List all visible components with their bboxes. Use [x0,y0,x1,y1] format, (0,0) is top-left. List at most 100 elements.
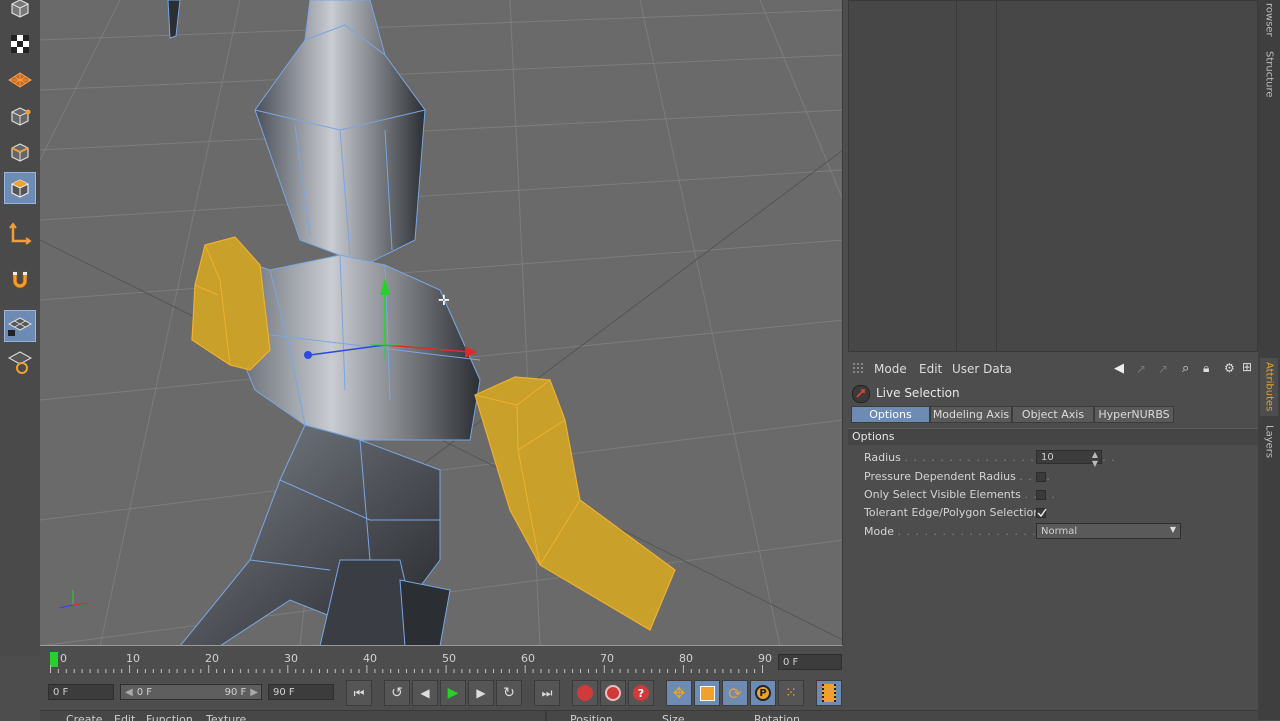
menu-user-data[interactable]: User Data [952,362,1012,376]
tick-label: 0 [60,652,67,665]
tab-object-axis[interactable]: Object Axis [1012,406,1094,423]
end-frame-field[interactable]: 90 F [268,684,334,700]
planar-workplane-icon[interactable] [4,346,36,378]
start-frame-value: 0 F [53,686,69,698]
radius-value: 10 [1041,451,1054,463]
visible-only-text: Only Select Visible Elements [864,488,1021,501]
tick-label: 50 [442,652,456,665]
record-key-icon [577,685,593,701]
column-divider [996,1,997,351]
pressure-radius-text: Pressure Dependent Radius [864,470,1016,483]
workplane-icon[interactable] [4,64,36,96]
viewport-scene: ✛ [40,0,842,645]
frame-range-slider[interactable]: ◀ 0 F 90 F ▶ [120,684,262,700]
range-end-value: 90 F [224,686,247,698]
next-key-button[interactable]: ↻ [496,680,522,706]
start-frame-field[interactable]: 0 F [48,684,114,700]
lock-icon[interactable]: 🔒︎ [1203,361,1209,376]
tab-modeling-axis[interactable]: Modeling Axis [930,406,1012,423]
position-key-button[interactable]: ✥ [666,680,692,706]
radius-label-text: Radius [864,451,901,464]
cube-tool-icon[interactable] [4,0,36,24]
axis-mode-icon[interactable] [4,218,36,250]
grip-icon[interactable] [853,363,867,375]
section-title: Options [852,430,895,443]
tab-layers[interactable]: Layers [1260,422,1278,462]
play-icon: ▶ [447,685,459,701]
tolerant-checkbox[interactable] [1036,508,1047,518]
tab-browser[interactable]: rowser [1260,0,1278,40]
pressure-radius-label: Pressure Dependent Radius . . . . [864,470,1051,483]
tool-title: Live Selection [876,386,960,400]
pressure-radius-checkbox[interactable] [1036,472,1046,482]
current-frame-field[interactable]: 0 F [778,654,842,670]
point-mode-icon[interactable] [4,100,36,132]
go-to-start-button[interactable]: ⏮ [346,680,372,706]
previous-key-button[interactable]: ↺ [384,680,410,706]
search-icon[interactable]: ⌕ [1182,361,1189,376]
3d-viewport[interactable]: ✛ [40,0,843,646]
end-frame-value: 90 F [273,686,295,698]
tab-options[interactable]: Options [851,406,930,423]
mode-label-text: Mode [864,525,894,538]
up-arrow-icon[interactable]: ↗ [1136,362,1146,376]
stepper-icon[interactable]: ▲ ▼ [1092,450,1098,468]
section-header: Options [848,428,1258,445]
forward-arrow-icon[interactable]: ↗ [1158,362,1168,376]
range-left-arrow-icon[interactable]: ◀ [125,687,133,698]
parameter-icon: P [755,685,771,701]
tick-label: 60 [521,652,535,665]
previous-frame-icon: ◀ [420,686,430,700]
timeline-ruler [50,665,763,673]
timeline-button[interactable] [816,680,842,706]
point-level-button[interactable]: ⁙ [778,680,804,706]
back-arrow-icon[interactable]: ◀ [1114,361,1124,376]
range-right-arrow-icon[interactable]: ▶ [250,687,258,698]
visible-only-checkbox[interactable] [1036,490,1046,500]
locked-workplane-icon[interactable] [4,310,36,342]
texture-mode-icon[interactable] [4,28,36,60]
range-start-value: 0 F [136,686,152,698]
transport-bar: 0 F ◀ 0 F 90 F ▶ 90 F ⏮ ↺ ◀ ▶ ▶ ↻ ⏭ ? ✥ … [40,678,843,708]
settings-icon[interactable]: ⚙ [1224,361,1235,375]
timeline[interactable]: 0 10 20 30 40 50 60 70 80 90 0 F [40,648,843,678]
record-button[interactable] [572,680,598,706]
snap-magnet-icon[interactable] [4,264,36,296]
side-tabs: rowser Structure Attributes Layers [1258,0,1280,720]
play-button[interactable]: ▶ [440,680,466,706]
tick-label: 80 [679,652,693,665]
edge-mode-icon[interactable] [4,136,36,168]
new-panel-icon[interactable]: ⊞ [1242,360,1252,374]
autokey-button[interactable] [600,680,626,706]
keyframe-selection-button[interactable]: ? [628,680,654,706]
tick-label: 40 [363,652,377,665]
tick-label: 20 [205,652,219,665]
radius-input[interactable]: 10 ▲ ▼ [1036,450,1102,468]
tab-structure[interactable]: Structure [1260,46,1278,102]
chevron-down-icon: ▼ [1169,525,1176,534]
polygon-mode-icon[interactable] [4,172,36,204]
go-to-end-button[interactable]: ⏭ [534,680,560,706]
visible-only-label: Only Select Visible Elements . . . . [864,488,1056,501]
axis-indicator [59,590,89,609]
grid-dots-icon: ⁙ [785,685,797,701]
film-strip-icon [822,684,836,702]
previous-frame-button[interactable]: ◀ [412,680,438,706]
left-toolbar [0,0,40,656]
go-to-start-icon: ⏮ [353,685,365,700]
tick-label: 70 [600,652,614,665]
scale-key-button[interactable] [694,680,720,706]
next-frame-button[interactable]: ▶ [468,680,494,706]
parameter-key-button[interactable]: P [750,680,776,706]
tab-hypernurbs[interactable]: HyperNURBS [1094,406,1174,423]
tab-attributes[interactable]: Attributes [1260,358,1278,416]
menu-mode[interactable]: Mode [874,362,907,376]
mode-dropdown[interactable]: Normal ▼ [1036,523,1181,539]
rotation-key-button[interactable]: ⟳ [722,680,748,706]
tick-label: 30 [284,652,298,665]
go-to-end-icon: ⏭ [541,685,553,700]
tolerant-label: Tolerant Edge/Polygon Selection [864,506,1041,519]
next-frame-icon: ▶ [476,686,486,700]
menu-edit[interactable]: Edit [919,362,942,376]
live-selection-icon [852,385,870,403]
